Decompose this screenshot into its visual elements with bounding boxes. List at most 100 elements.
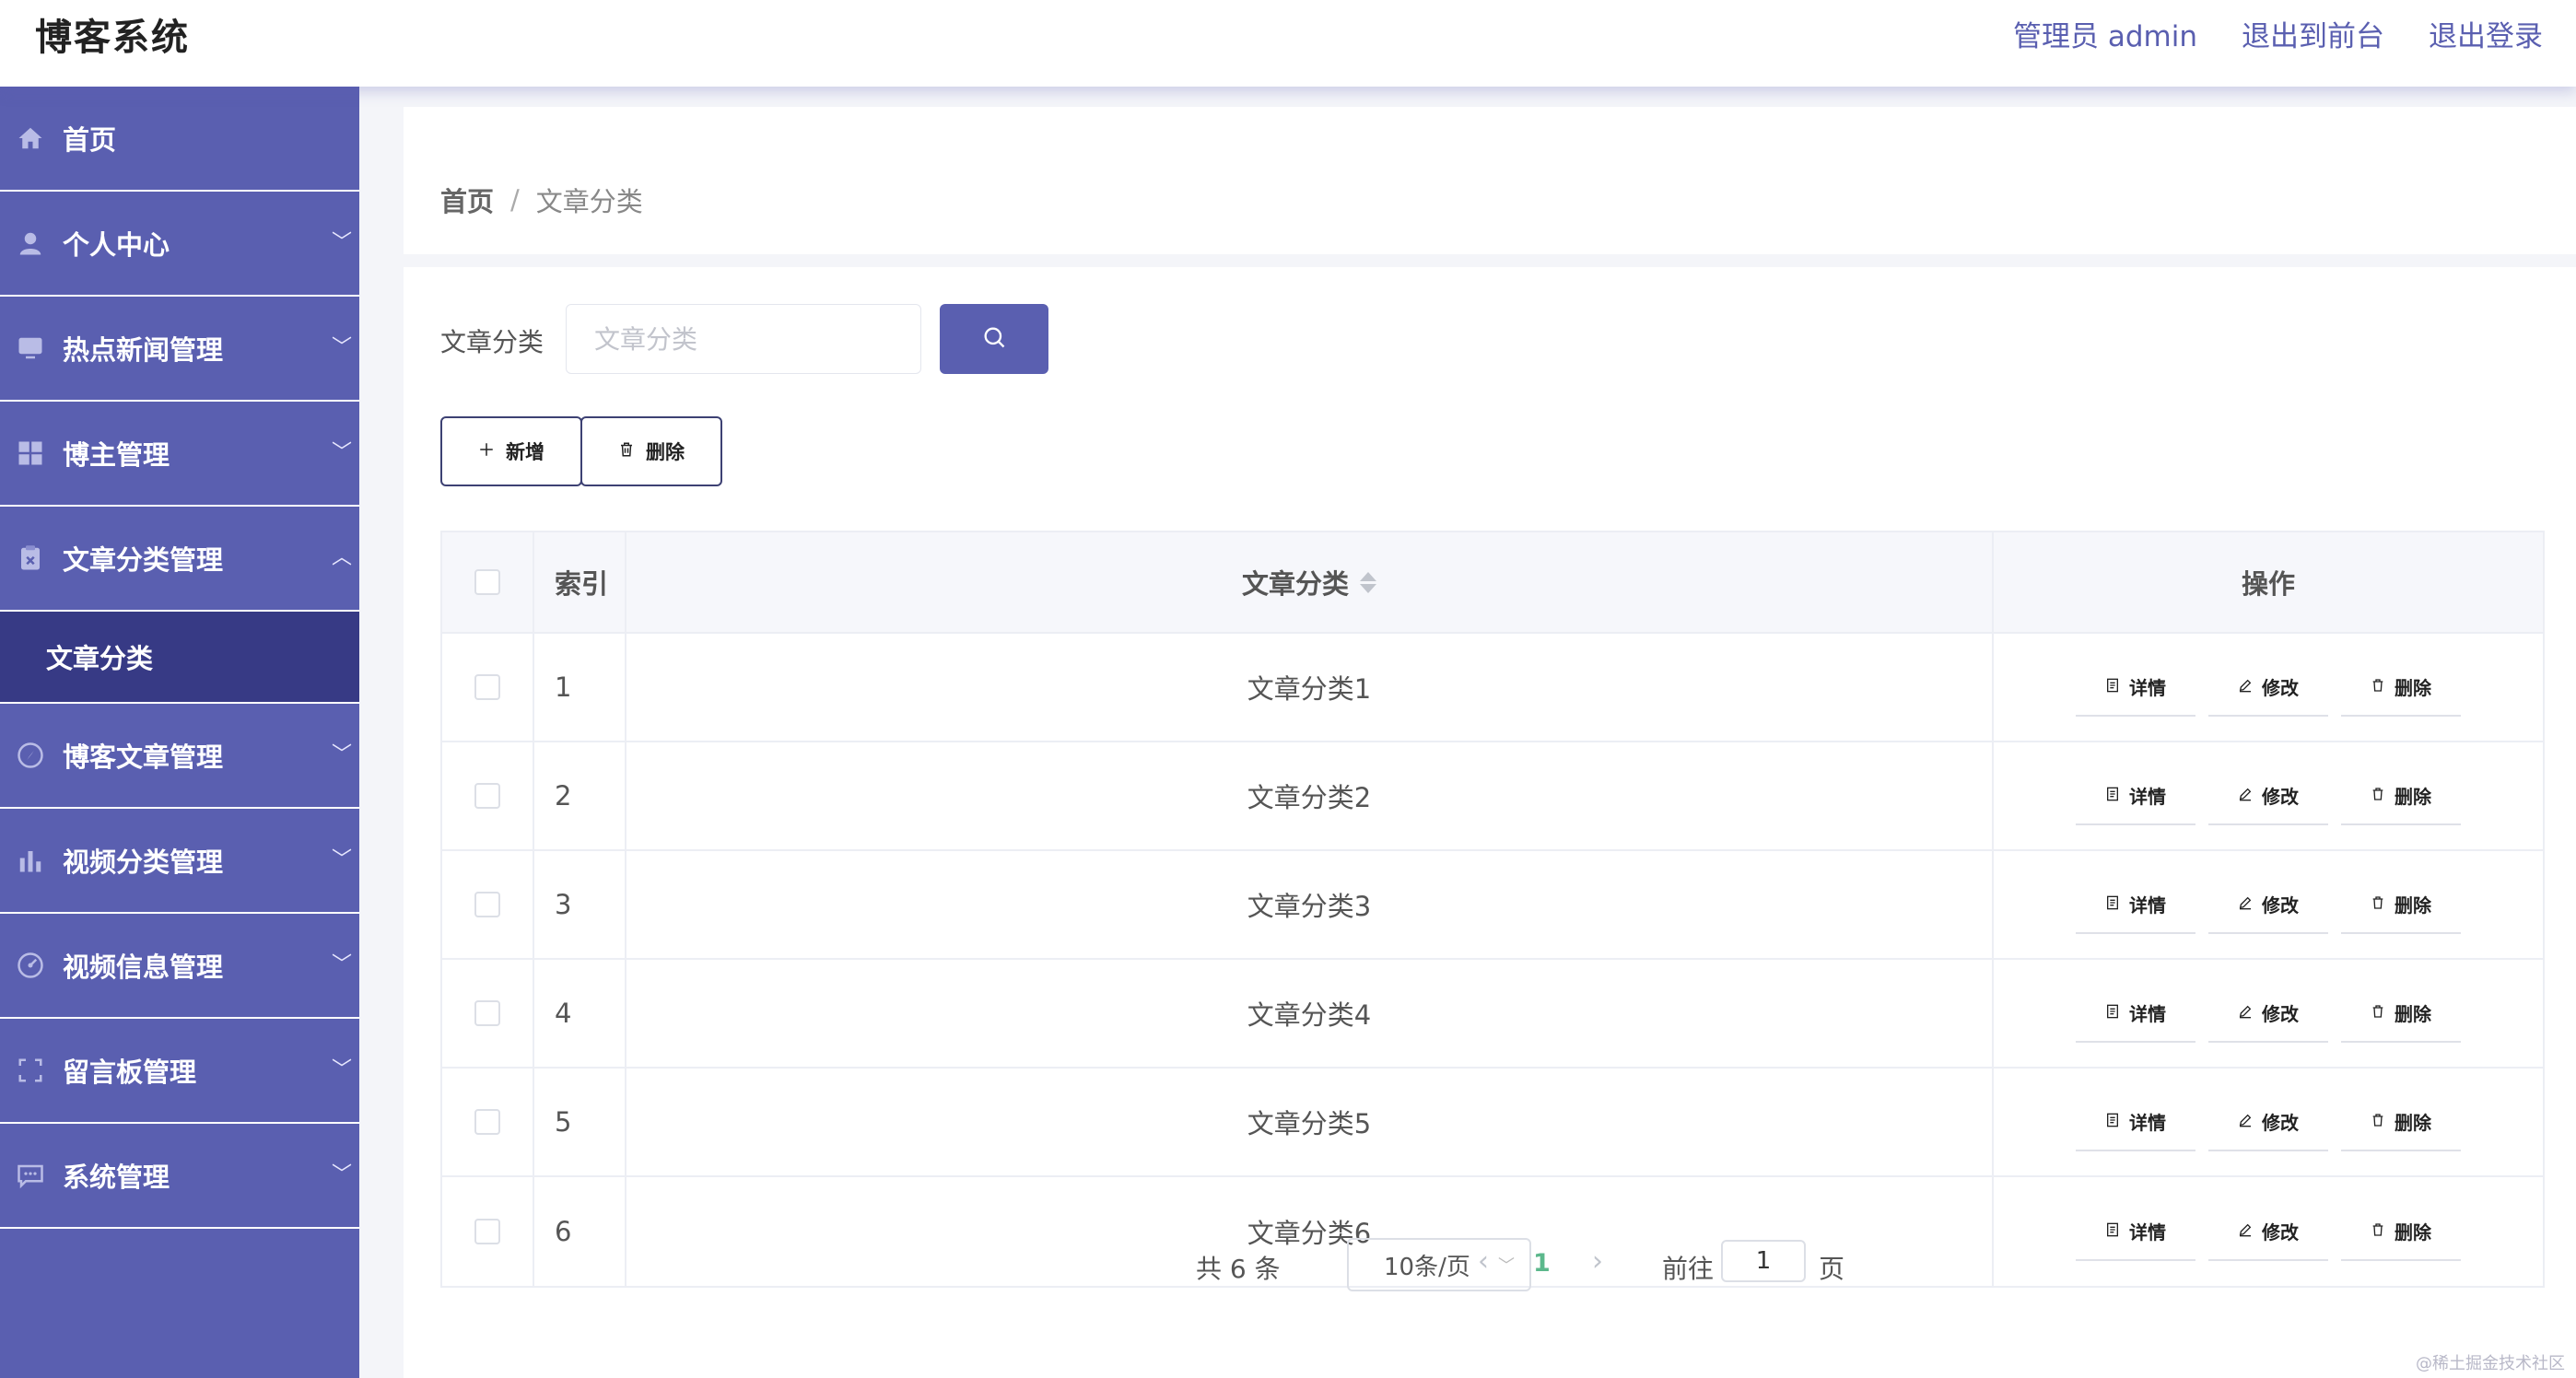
delete-label: 删除	[2395, 676, 2431, 699]
edit-button[interactable]: 修改	[2208, 1092, 2328, 1151]
detail-label: 详情	[2129, 1002, 2166, 1025]
edit-label: 修改	[2262, 893, 2299, 917]
sidebar-item-blogger[interactable]: 博主管理 ﹀	[0, 402, 359, 507]
breadcrumb-separator: /	[510, 184, 520, 216]
search-input[interactable]	[566, 304, 921, 374]
delete-button[interactable]: 删除	[2341, 658, 2461, 717]
row-checkbox-cell	[442, 851, 534, 958]
breadcrumb-current: 文章分类	[535, 186, 643, 217]
row-checkbox[interactable]	[474, 1000, 500, 1026]
batch-delete-button[interactable]: 删除	[580, 416, 722, 486]
row-checkbox[interactable]	[474, 674, 500, 700]
app-title: 博客系统	[35, 17, 190, 59]
next-page-button[interactable]: ›	[1592, 1245, 1603, 1278]
detail-button[interactable]: 详情	[2076, 766, 2195, 825]
trash-icon	[2371, 893, 2385, 915]
delete-button[interactable]: 删除	[2341, 875, 2461, 934]
row-checkbox-cell	[442, 634, 534, 741]
row-category-name: 文章分类1	[626, 634, 1994, 741]
document-icon	[2105, 1001, 2120, 1023]
add-button[interactable]: 新增	[440, 416, 582, 486]
row-actions: 详情 修改 删除	[1994, 1069, 2543, 1175]
delete-button[interactable]: 删除	[2341, 1092, 2461, 1151]
sidebar-item-label: 个人中心	[63, 229, 170, 261]
chevron-down-icon: ﹀	[331, 335, 352, 359]
batch-delete-label: 删除	[646, 441, 685, 463]
add-button-label: 新增	[506, 441, 544, 463]
document-icon	[2105, 893, 2120, 915]
document-icon	[2105, 1110, 2120, 1132]
bar-chart-icon	[17, 847, 44, 874]
sidebar: 首页 个人中心 ﹀ 热点新闻管理 ﹀ 博主管理 ﹀ 文章分类管理 ︿ 文章分类	[0, 87, 359, 1378]
sidebar-item-video-info[interactable]: 视频信息管理 ﹀	[0, 914, 359, 1019]
sidebar-item-label: 博主管理	[63, 439, 170, 471]
logout-link[interactable]: 退出登录	[2429, 13, 2543, 54]
row-checkbox[interactable]	[474, 1109, 500, 1135]
edit-button[interactable]: 修改	[2208, 766, 2328, 825]
clipboard-icon	[17, 544, 44, 572]
sidebar-item-personal-center[interactable]: 个人中心 ﹀	[0, 192, 359, 297]
delete-button[interactable]: 删除	[2341, 766, 2461, 825]
edit-button[interactable]: 修改	[2208, 658, 2328, 717]
edit-label: 修改	[2262, 785, 2299, 808]
detail-button[interactable]: 详情	[2076, 1092, 2195, 1151]
select-all-checkbox[interactable]	[474, 569, 500, 595]
row-checkbox[interactable]	[474, 783, 500, 809]
sidebar-item-home[interactable]: 首页	[0, 87, 359, 192]
row-actions: 详情 修改 删除	[1994, 960, 2543, 1067]
edit-label: 修改	[2262, 1002, 2299, 1025]
row-actions: 详情 修改 删除	[1994, 851, 2543, 958]
watermark: @稀土掘金技术社区	[2416, 1354, 2565, 1373]
chevron-down-icon: ﹀	[331, 1057, 352, 1081]
goto-page-input[interactable]	[1721, 1240, 1806, 1282]
page-number-current[interactable]: 1	[1533, 1249, 1551, 1278]
row-checkbox-cell	[442, 960, 534, 1067]
row-index: 1	[534, 634, 626, 741]
detail-label: 详情	[2129, 1111, 2166, 1134]
chevron-down-icon: ﹀	[331, 952, 352, 976]
sidebar-subitem-article-category[interactable]: 文章分类	[0, 612, 359, 704]
goto-unit: 页	[1819, 1254, 1845, 1284]
delete-label: 删除	[2395, 785, 2431, 808]
prev-page-button[interactable]: ‹	[1478, 1245, 1489, 1278]
sidebar-item-article-category[interactable]: 文章分类管理 ︿	[0, 507, 359, 612]
sidebar-item-message-board[interactable]: 留言板管理 ﹀	[0, 1019, 359, 1124]
edit-button[interactable]: 修改	[2208, 875, 2328, 934]
page-size-select[interactable]: 10条/页 ﹀	[1347, 1238, 1531, 1291]
content-card: 文章分类 新增 删除 索引	[404, 267, 2576, 1378]
sidebar-item-label: 视频信息管理	[63, 952, 224, 983]
row-actions: 详情 修改 删除	[1994, 634, 2543, 741]
header-index-cell: 索引	[534, 532, 626, 632]
sidebar-item-video-category[interactable]: 视频分类管理 ﹀	[0, 809, 359, 914]
search-button[interactable]	[940, 304, 1048, 374]
row-category-name: 文章分类5	[626, 1069, 1994, 1175]
detail-button[interactable]: 详情	[2076, 984, 2195, 1043]
column-header-index: 索引	[555, 568, 609, 600]
document-icon	[2105, 784, 2120, 806]
sidebar-item-blog-articles[interactable]: 博客文章管理 ﹀	[0, 704, 359, 809]
detail-label: 详情	[2129, 785, 2166, 808]
detail-button[interactable]: 详情	[2076, 658, 2195, 717]
table-row: 2 文章分类2 详情 修改 删除	[442, 742, 2543, 851]
row-checkbox[interactable]	[474, 892, 500, 917]
edit-button[interactable]: 修改	[2208, 984, 2328, 1043]
header-name-cell[interactable]: 文章分类	[626, 532, 1994, 632]
home-icon	[17, 124, 44, 152]
delete-label: 删除	[2395, 1111, 2431, 1134]
delete-button[interactable]: 删除	[2341, 984, 2461, 1043]
admin-user-link[interactable]: 管理员 admin	[2013, 13, 2197, 54]
exit-to-frontend-link[interactable]: 退出到前台	[2242, 13, 2384, 54]
sort-icon[interactable]	[1360, 571, 1376, 593]
sidebar-item-system[interactable]: 系统管理 ﹀	[0, 1124, 359, 1229]
column-header-ops: 操作	[2241, 568, 2295, 600]
table-row: 3 文章分类3 详情 修改 删除	[442, 851, 2543, 960]
header-ops-cell: 操作	[1994, 532, 2543, 632]
sidebar-item-hot-news[interactable]: 热点新闻管理 ﹀	[0, 297, 359, 402]
row-checkbox-cell	[442, 1069, 534, 1175]
breadcrumb-home[interactable]: 首页	[440, 181, 494, 219]
edit-icon	[2238, 1110, 2253, 1132]
detail-label: 详情	[2129, 893, 2166, 917]
table-row: 4 文章分类4 详情 修改 删除	[442, 960, 2543, 1069]
monitor-icon	[17, 334, 44, 362]
detail-button[interactable]: 详情	[2076, 875, 2195, 934]
